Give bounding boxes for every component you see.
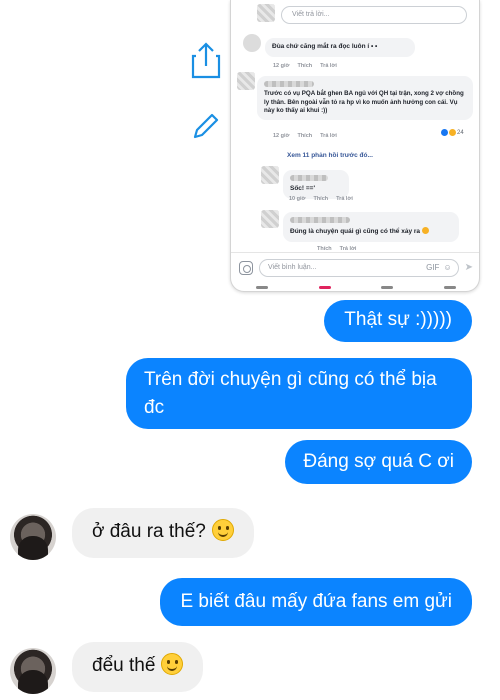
gif-icon[interactable]: GIF [426,263,439,272]
comment-meta: 12 giờ Thích Trả lời [273,63,337,69]
comment-meta: 10 giờ Thích Trả lời [289,196,353,202]
message-incoming: đểu thế [72,642,204,692]
embedded-screenshot: Viết trả lời... Đùa chứ căng mắt ra đọc … [230,0,480,292]
bottom-nav-bar [231,283,479,291]
reaction-badge: 24 [441,129,464,136]
commenter-avatar [243,34,261,52]
share-icon[interactable] [190,40,222,80]
send-icon[interactable]: ➤ [465,262,473,273]
sticker-icon[interactable]: ☺ [443,263,451,272]
comment-bubble: Trước có vụ PQA bắt ghen BA ngủ với QH t… [257,76,473,121]
contact-avatar[interactable] [10,648,56,694]
message-outgoing: Thật sự :))))) [324,300,472,342]
emoji-icon [421,226,429,234]
camera-icon[interactable] [239,260,253,275]
edit-icon[interactable] [190,110,222,142]
nav-icon[interactable] [318,285,331,289]
reply-link[interactable]: Trả lời [320,133,337,139]
message-outgoing: Đáng sợ quá C ơi [285,440,472,484]
like-link[interactable]: Thích [297,63,312,69]
comment-input[interactable]: Viết bình luận... GIF ☺ [259,258,459,277]
commenter-avatar [261,166,279,184]
commenter-avatar [237,72,255,90]
view-more-replies-link[interactable]: Xem 11 phản hồi trước đó... [287,152,373,159]
message-outgoing: E biết đâu mấy đứa fans em gửi [160,578,472,626]
comment-bubble: Đùa chứ căng mắt ra đọc luôn í • • [265,38,415,57]
comment-bubble: Đúng là chuyện quái gì cũng có thể xảy r… [283,212,459,242]
message-outgoing: Trên đời chuyện gì cũng có thể bịa đc [126,358,472,430]
reply-link[interactable]: Trả lời [336,196,353,202]
nav-icon[interactable] [443,285,456,289]
reply-input[interactable]: Viết trả lời... [281,6,467,24]
comment-meta: 12 giờ Thích Trả lời [273,133,337,139]
like-link[interactable]: Thích [313,196,328,202]
nav-icon[interactable] [381,285,394,289]
contact-avatar[interactable] [10,514,56,560]
smile-emoji-icon [161,653,184,675]
message-incoming: ở đâu ra thế? [72,508,254,558]
nav-icon[interactable] [256,285,269,289]
reply-link[interactable]: Trả lời [320,63,337,69]
smile-emoji-icon [211,519,234,541]
blurred-name [290,217,350,223]
commenter-avatar [261,210,279,228]
commenter-avatar [257,4,275,22]
comment-compose-bar: Viết bình luận... GIF ☺ ➤ [231,252,479,282]
comment-bubble: Sốc! ==' [283,170,349,199]
blurred-name [264,81,314,87]
blurred-name [290,175,328,181]
like-link[interactable]: Thích [297,133,312,139]
